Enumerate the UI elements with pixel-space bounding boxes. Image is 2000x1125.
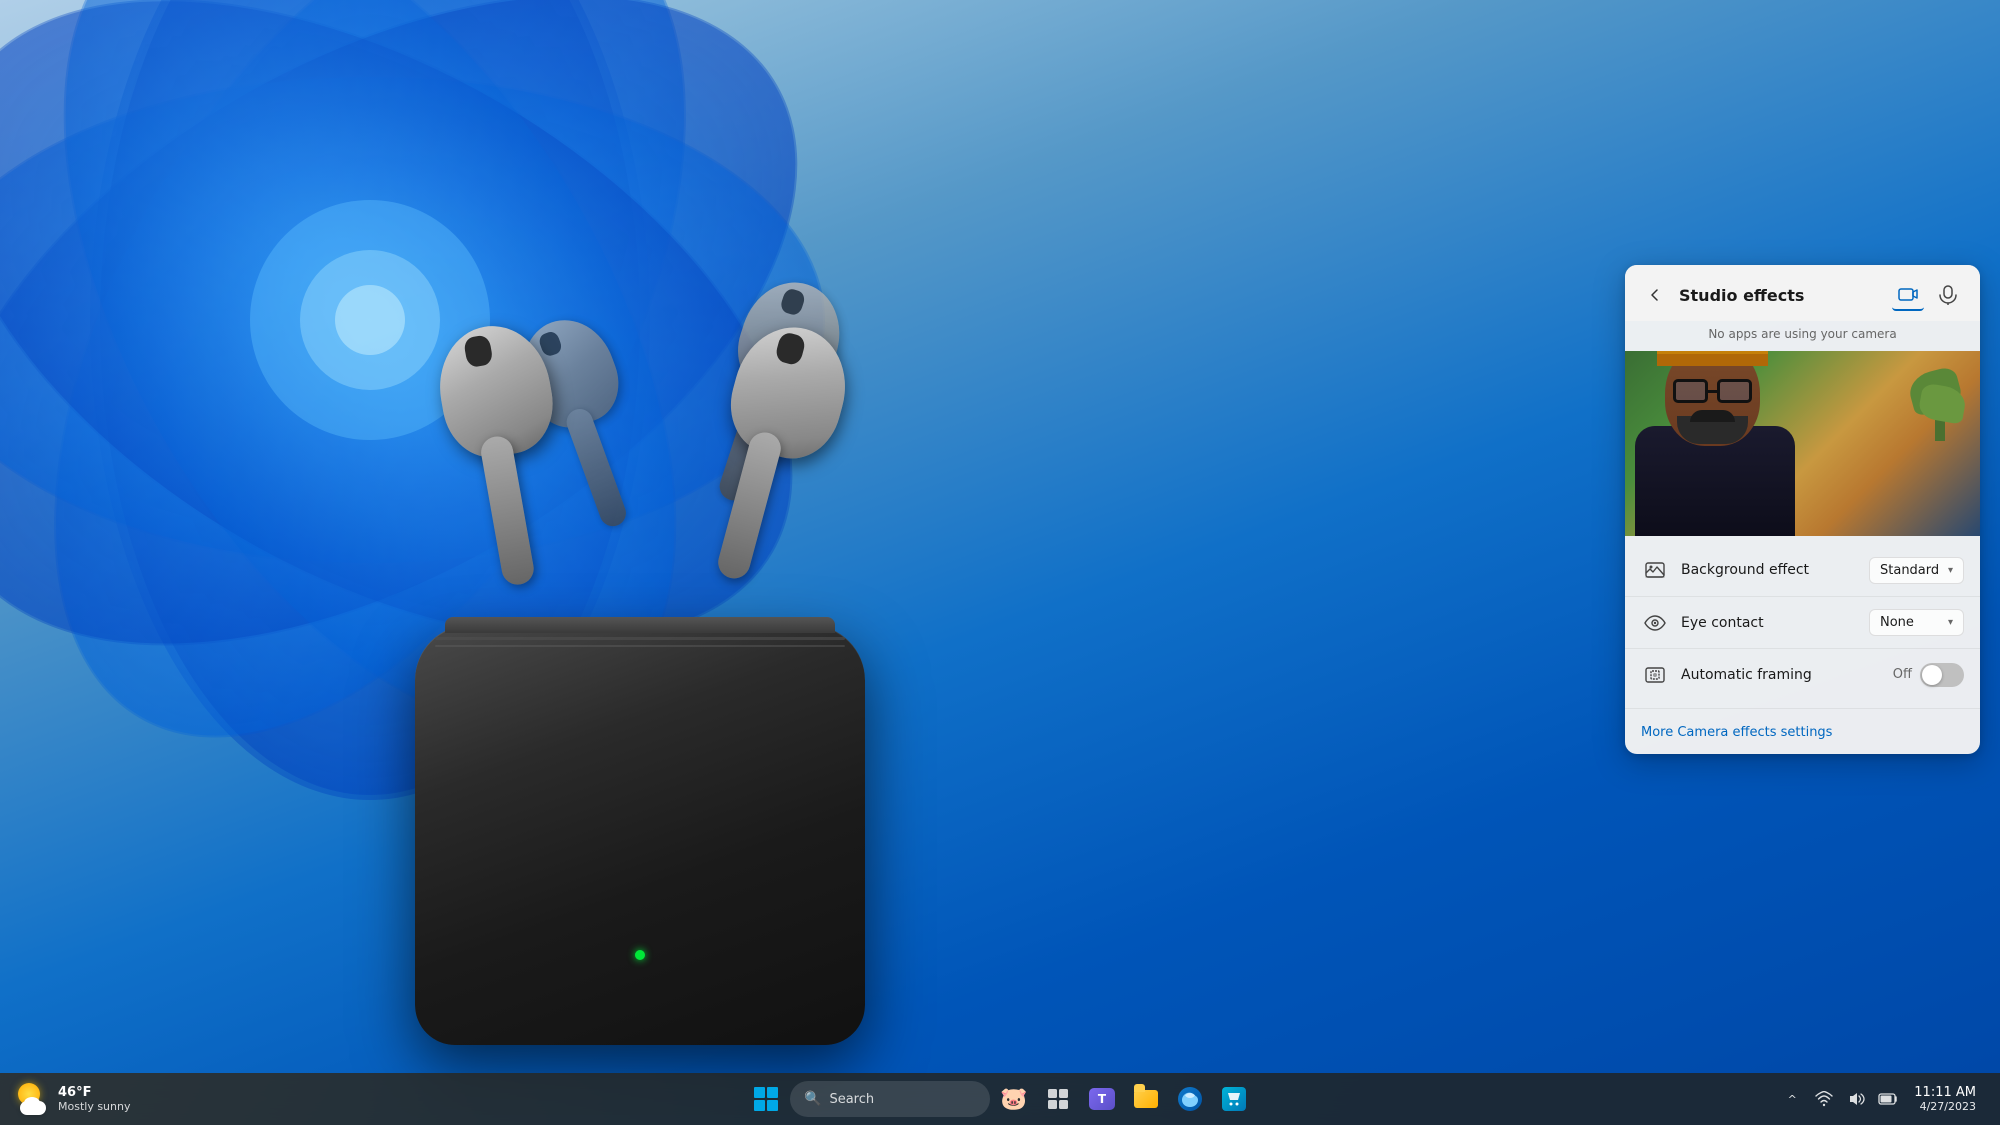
- panel-title: Studio effects: [1679, 286, 1882, 305]
- taskbar-left: 46°F Mostly sunny: [16, 1081, 130, 1117]
- search-label: Search: [829, 1092, 874, 1107]
- microphone-icon-button[interactable]: [1932, 279, 1964, 311]
- tray-chevron-button[interactable]: ^: [1778, 1085, 1806, 1113]
- weather-description: Mostly sunny: [58, 1100, 130, 1113]
- weather-widget[interactable]: 46°F Mostly sunny: [16, 1081, 130, 1117]
- background-effect-value: Standard: [1880, 563, 1939, 578]
- battery-icon: [1878, 1093, 1898, 1105]
- edge-button[interactable]: [1170, 1079, 1210, 1119]
- eye-contact-row: Eye contact None ▾: [1625, 596, 1980, 648]
- eye-contact-dropdown[interactable]: None ▾: [1869, 609, 1964, 636]
- chevron-up-icon: ^: [1788, 1093, 1797, 1106]
- automatic-framing-icon: [1641, 661, 1669, 689]
- taskbar: 46°F Mostly sunny 🔍 Sea: [0, 1073, 2000, 1125]
- windows-logo: [754, 1087, 778, 1111]
- wifi-icon-button[interactable]: [1810, 1085, 1838, 1113]
- task-view-icon: [1047, 1088, 1069, 1110]
- automatic-framing-row: Automatic framing Off: [1625, 648, 1980, 700]
- camera-icon-button[interactable]: [1892, 279, 1924, 311]
- file-explorer-icon: [1134, 1090, 1158, 1108]
- eye-contact-value: None: [1880, 615, 1914, 630]
- pig-icon: 🐷: [1000, 1087, 1027, 1112]
- eye-contact-label: Eye contact: [1681, 615, 1869, 631]
- search-icon: 🔍: [804, 1091, 821, 1107]
- led-indicator: [635, 950, 645, 960]
- header-icons: [1892, 279, 1964, 311]
- teams-icon: T: [1089, 1088, 1115, 1110]
- wifi-icon: [1815, 1091, 1833, 1107]
- search-taskbar[interactable]: 🔍 Search: [790, 1079, 990, 1119]
- file-explorer-button[interactable]: [1126, 1079, 1166, 1119]
- camera-preview: [1625, 351, 1980, 536]
- no-camera-notice: No apps are using your camera: [1625, 321, 1980, 351]
- store-icon: [1222, 1087, 1246, 1111]
- weather-temperature: 46°F: [58, 1085, 130, 1100]
- automatic-framing-off-label: Off: [1893, 667, 1912, 682]
- search-bar[interactable]: 🔍 Search: [790, 1081, 990, 1117]
- back-button[interactable]: [1641, 281, 1669, 309]
- studio-effects-panel: Studio effects No apps are: [1625, 265, 1980, 754]
- background-effect-icon: [1641, 556, 1669, 584]
- clock-area[interactable]: 11:11 AM 4/27/2023: [1906, 1081, 1984, 1117]
- task-view-button[interactable]: [1038, 1079, 1078, 1119]
- background-effect-chevron: ▾: [1948, 565, 1953, 576]
- edge-icon: [1178, 1087, 1202, 1111]
- panel-header: Studio effects: [1625, 265, 1980, 321]
- background-effect-row: Background effect Standard ▾: [1625, 544, 1980, 596]
- airpods-buds: [420, 305, 860, 645]
- clock-date: 4/27/2023: [1920, 1100, 1976, 1113]
- volume-icon: [1847, 1091, 1865, 1107]
- weather-text: 46°F Mostly sunny: [58, 1085, 130, 1113]
- taskbar-center: 🔍 Search 🐷 T: [746, 1079, 1254, 1119]
- background-effect-dropdown[interactable]: Standard ▾: [1869, 557, 1964, 584]
- more-settings-link[interactable]: More Camera effects settings: [1641, 725, 1832, 740]
- background-effect-label: Background effect: [1681, 562, 1869, 578]
- battery-icon-button[interactable]: [1874, 1085, 1902, 1113]
- start-button[interactable]: [746, 1079, 786, 1119]
- volume-icon-button[interactable]: [1842, 1085, 1870, 1113]
- toggle-knob: [1922, 665, 1942, 685]
- eye-contact-chevron: ▾: [1948, 617, 1953, 628]
- clock-time: 11:11 AM: [1914, 1085, 1976, 1100]
- taskbar-right: ^: [1778, 1081, 1984, 1117]
- game-icon-button[interactable]: 🐷: [994, 1079, 1034, 1119]
- airpods-case: [415, 625, 865, 1045]
- settings-section: Background effect Standard ▾ Eye contact: [1625, 536, 1980, 708]
- automatic-framing-label: Automatic framing: [1681, 667, 1893, 683]
- more-settings-section: More Camera effects settings: [1625, 708, 1980, 754]
- teams-button[interactable]: T: [1082, 1079, 1122, 1119]
- eye-contact-icon: [1641, 609, 1669, 637]
- automatic-framing-toggle[interactable]: [1920, 663, 1964, 687]
- store-button[interactable]: [1214, 1079, 1254, 1119]
- desktop: Studio effects No apps are: [0, 0, 2000, 1125]
- airpods-image: [300, 365, 980, 1045]
